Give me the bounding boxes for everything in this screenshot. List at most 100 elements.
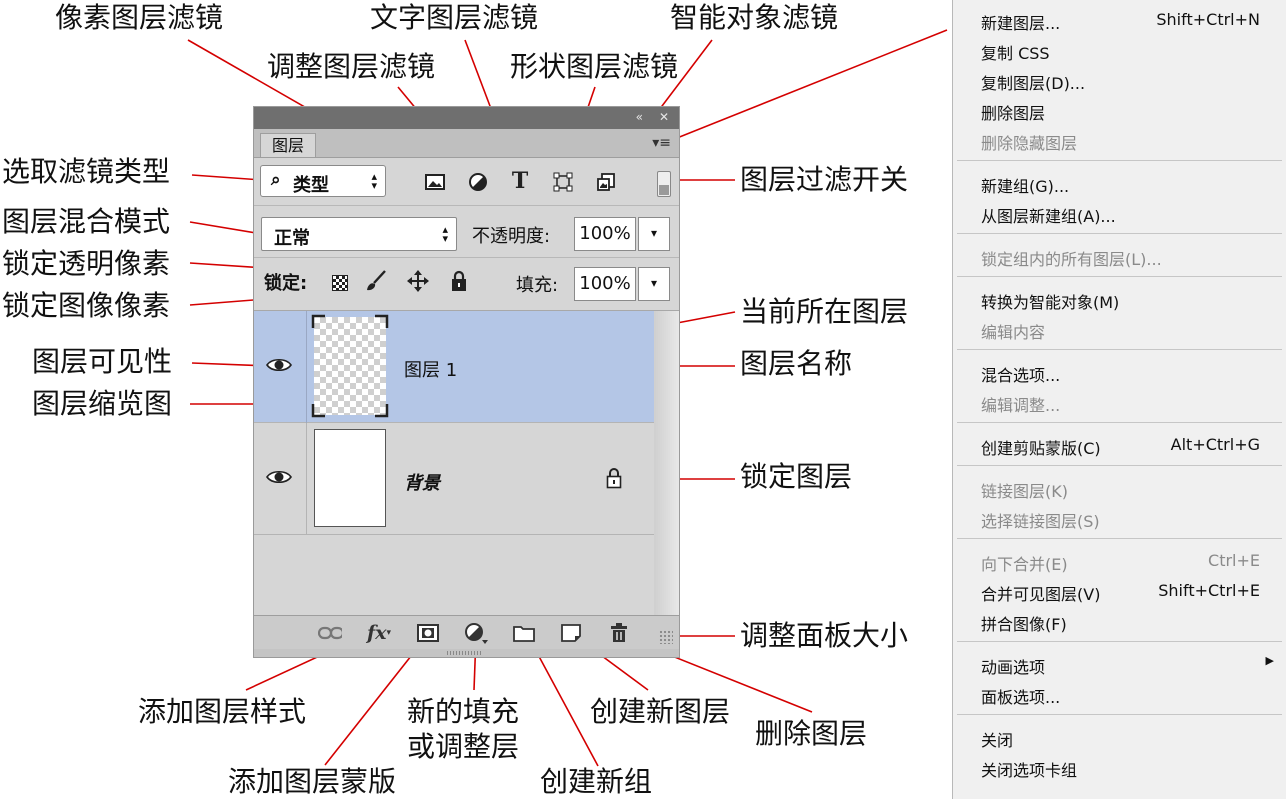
- layer-lock-icon: [606, 468, 622, 489]
- shortcut-merge-down: Ctrl+E: [1208, 551, 1260, 570]
- menu-item-merge-visible[interactable]: 合并可见图层(V): [981, 581, 1100, 605]
- menu-item-new-layer[interactable]: 新建图层...: [981, 10, 1060, 34]
- layers-panel: « ✕ 图层 ▾≡ ⌕ 类型 ▴ ▾ T 正常 ▴ ▾ 不透明度: 100% ▾ 锁…: [253, 106, 680, 658]
- collapse-icon[interactable]: «: [636, 110, 643, 124]
- label-smart-filter: 智能对象滤镜: [670, 1, 839, 34]
- label-thumbnail: 图层缩览图: [32, 387, 173, 420]
- menu-item-edit-adjustment[interactable]: 编辑调整...: [981, 392, 1060, 416]
- visibility-eye-icon[interactable]: [266, 467, 292, 487]
- fx-layer-style-icon[interactable]: fx ▾: [367, 622, 391, 644]
- label-add-style: 添加图层样式: [138, 695, 307, 728]
- menu-item-convert-smart[interactable]: 转换为智能对象(M): [981, 289, 1119, 313]
- shape-filter-icon[interactable]: [551, 170, 575, 194]
- menu-item-panel-options[interactable]: 面板选项...: [981, 684, 1060, 708]
- layer-thumbnail-white[interactable]: [314, 429, 386, 527]
- search-icon: ⌕: [271, 170, 281, 190]
- menu-item-new-group[interactable]: 新建组(G)...: [981, 173, 1069, 197]
- label-text-filter: 文字图层滤镜: [370, 1, 539, 34]
- filter-toggle-switch[interactable]: [657, 171, 671, 197]
- blend-mode-select[interactable]: 正常 ▴ ▾: [261, 217, 457, 251]
- layer-row-background[interactable]: 背景: [254, 423, 654, 535]
- fill-input[interactable]: 100%: [574, 267, 636, 301]
- updown-icon: ▴ ▾: [371, 170, 377, 192]
- panel-menu-icon[interactable]: ▾≡: [652, 135, 671, 151]
- menu-item-clipping-mask[interactable]: 创建剪贴蒙版(C): [981, 435, 1101, 459]
- menu-item-delete-layer[interactable]: 删除图层: [981, 100, 1045, 124]
- menu-item-flatten-image[interactable]: 拼合图像(F): [981, 611, 1067, 635]
- visibility-eye-icon[interactable]: [266, 355, 292, 375]
- menu-item-lock-all-in-group[interactable]: 锁定组内的所有图层(L)...: [981, 246, 1162, 270]
- label-new-fill-2: 或调整层: [407, 730, 520, 763]
- panel-tab-row: 图层 ▾≡: [254, 129, 679, 158]
- pixel-filter-icon[interactable]: [423, 170, 447, 194]
- menu-item-select-linked[interactable]: 选择链接图层(S): [981, 508, 1100, 532]
- menu-item-copy-css[interactable]: 复制 CSS: [981, 40, 1050, 64]
- lock-transparent-icon[interactable]: [332, 275, 348, 291]
- new-layer-icon[interactable]: [559, 622, 583, 644]
- shortcut-clipping-mask: Alt+Ctrl+G: [1170, 435, 1260, 454]
- submenu-arrow-icon: ▶: [1265, 654, 1274, 667]
- opacity-input[interactable]: 100%: [574, 217, 636, 251]
- menu-item-delete-hidden[interactable]: 删除隐藏图层: [981, 130, 1077, 154]
- layer-name[interactable]: 背景: [404, 469, 440, 495]
- updown-icon: ▴ ▾: [442, 223, 448, 245]
- add-mask-icon[interactable]: [416, 622, 440, 644]
- lock-label: 锁定:: [264, 273, 308, 294]
- menu-item-blending-options[interactable]: 混合选项...: [981, 362, 1060, 386]
- menu-item-animation-options[interactable]: 动画选项: [981, 654, 1045, 678]
- label-pixel-filter: 像素图层滤镜: [55, 1, 224, 34]
- shortcut-new-layer: Shift+Ctrl+N: [1156, 10, 1260, 29]
- text-filter-icon[interactable]: T: [508, 168, 532, 194]
- layer-thumbnail-transparent[interactable]: [311, 314, 389, 418]
- label-lock-transparent: 锁定透明像素: [2, 247, 171, 280]
- menu-item-duplicate-layer[interactable]: 复制图层(D)...: [981, 70, 1085, 94]
- label-lock-image: 锁定图像像素: [2, 289, 171, 322]
- menu-item-edit-contents[interactable]: 编辑内容: [981, 319, 1045, 343]
- fill-label: 填充:: [516, 275, 559, 296]
- menu-item-close[interactable]: 关闭: [981, 727, 1013, 751]
- link-layers-icon[interactable]: [318, 622, 342, 644]
- label-blend-mode: 图层混合模式: [2, 205, 171, 238]
- panel-resize-bar[interactable]: [254, 649, 679, 657]
- menu-separator: [957, 538, 1282, 539]
- label-lock-layer: 锁定图层: [740, 460, 853, 493]
- lock-image-brush-icon[interactable]: [364, 269, 388, 293]
- menu-item-close-tab-group[interactable]: 关闭选项卡组: [981, 757, 1077, 781]
- menu-item-group-from-layers[interactable]: 从图层新建组(A)...: [981, 203, 1116, 227]
- menu-separator: [957, 276, 1282, 277]
- fill-adjustment-icon[interactable]: [464, 622, 488, 644]
- close-icon[interactable]: ✕: [659, 110, 669, 124]
- menu-item-merge-down[interactable]: 向下合并(E): [981, 551, 1068, 575]
- lock-position-move-icon[interactable]: [406, 269, 430, 293]
- opacity-label: 不透明度:: [472, 226, 551, 247]
- filter-kind-value: 类型: [293, 175, 329, 196]
- menu-separator: [957, 465, 1282, 466]
- label-layer-name: 图层名称: [740, 347, 853, 380]
- layer-name[interactable]: 图层 1: [404, 356, 457, 382]
- label-resize-panel: 调整面板大小: [740, 619, 909, 652]
- label-new-group: 创建新组: [540, 765, 653, 798]
- trash-icon[interactable]: [607, 622, 631, 644]
- tab-layers[interactable]: 图层: [260, 133, 316, 157]
- new-group-folder-icon[interactable]: [512, 622, 536, 644]
- smart-object-filter-icon[interactable]: [594, 170, 618, 194]
- fill-dropdown-button[interactable]: ▾: [638, 267, 670, 301]
- label-current-layer: 当前所在图层: [740, 295, 909, 328]
- menu-separator: [957, 349, 1282, 350]
- menu-item-link-layers[interactable]: 链接图层(K): [981, 478, 1068, 502]
- resize-grip-icon[interactable]: [659, 630, 673, 644]
- label-new-layer: 创建新图层: [590, 695, 731, 728]
- menu-separator: [957, 233, 1282, 234]
- opacity-dropdown-button[interactable]: ▾: [638, 217, 670, 251]
- lock-all-icon[interactable]: [447, 269, 471, 293]
- menu-separator: [957, 641, 1282, 642]
- label-new-fill: 新的填充: [407, 695, 520, 728]
- layer-row-selected[interactable]: 图层 1: [254, 311, 654, 423]
- adjustment-filter-icon[interactable]: [466, 170, 490, 194]
- panel-context-menu: 新建图层... Shift+Ctrl+N 复制 CSS 复制图层(D)... 删…: [952, 0, 1286, 799]
- layers-scrollbar[interactable]: [654, 311, 679, 615]
- filter-type-select[interactable]: ⌕ 类型 ▴ ▾: [260, 165, 386, 197]
- menu-separator: [957, 160, 1282, 161]
- label-filter-type: 选取滤镜类型: [2, 155, 171, 188]
- label-filter-toggle: 图层过滤开关: [740, 163, 909, 196]
